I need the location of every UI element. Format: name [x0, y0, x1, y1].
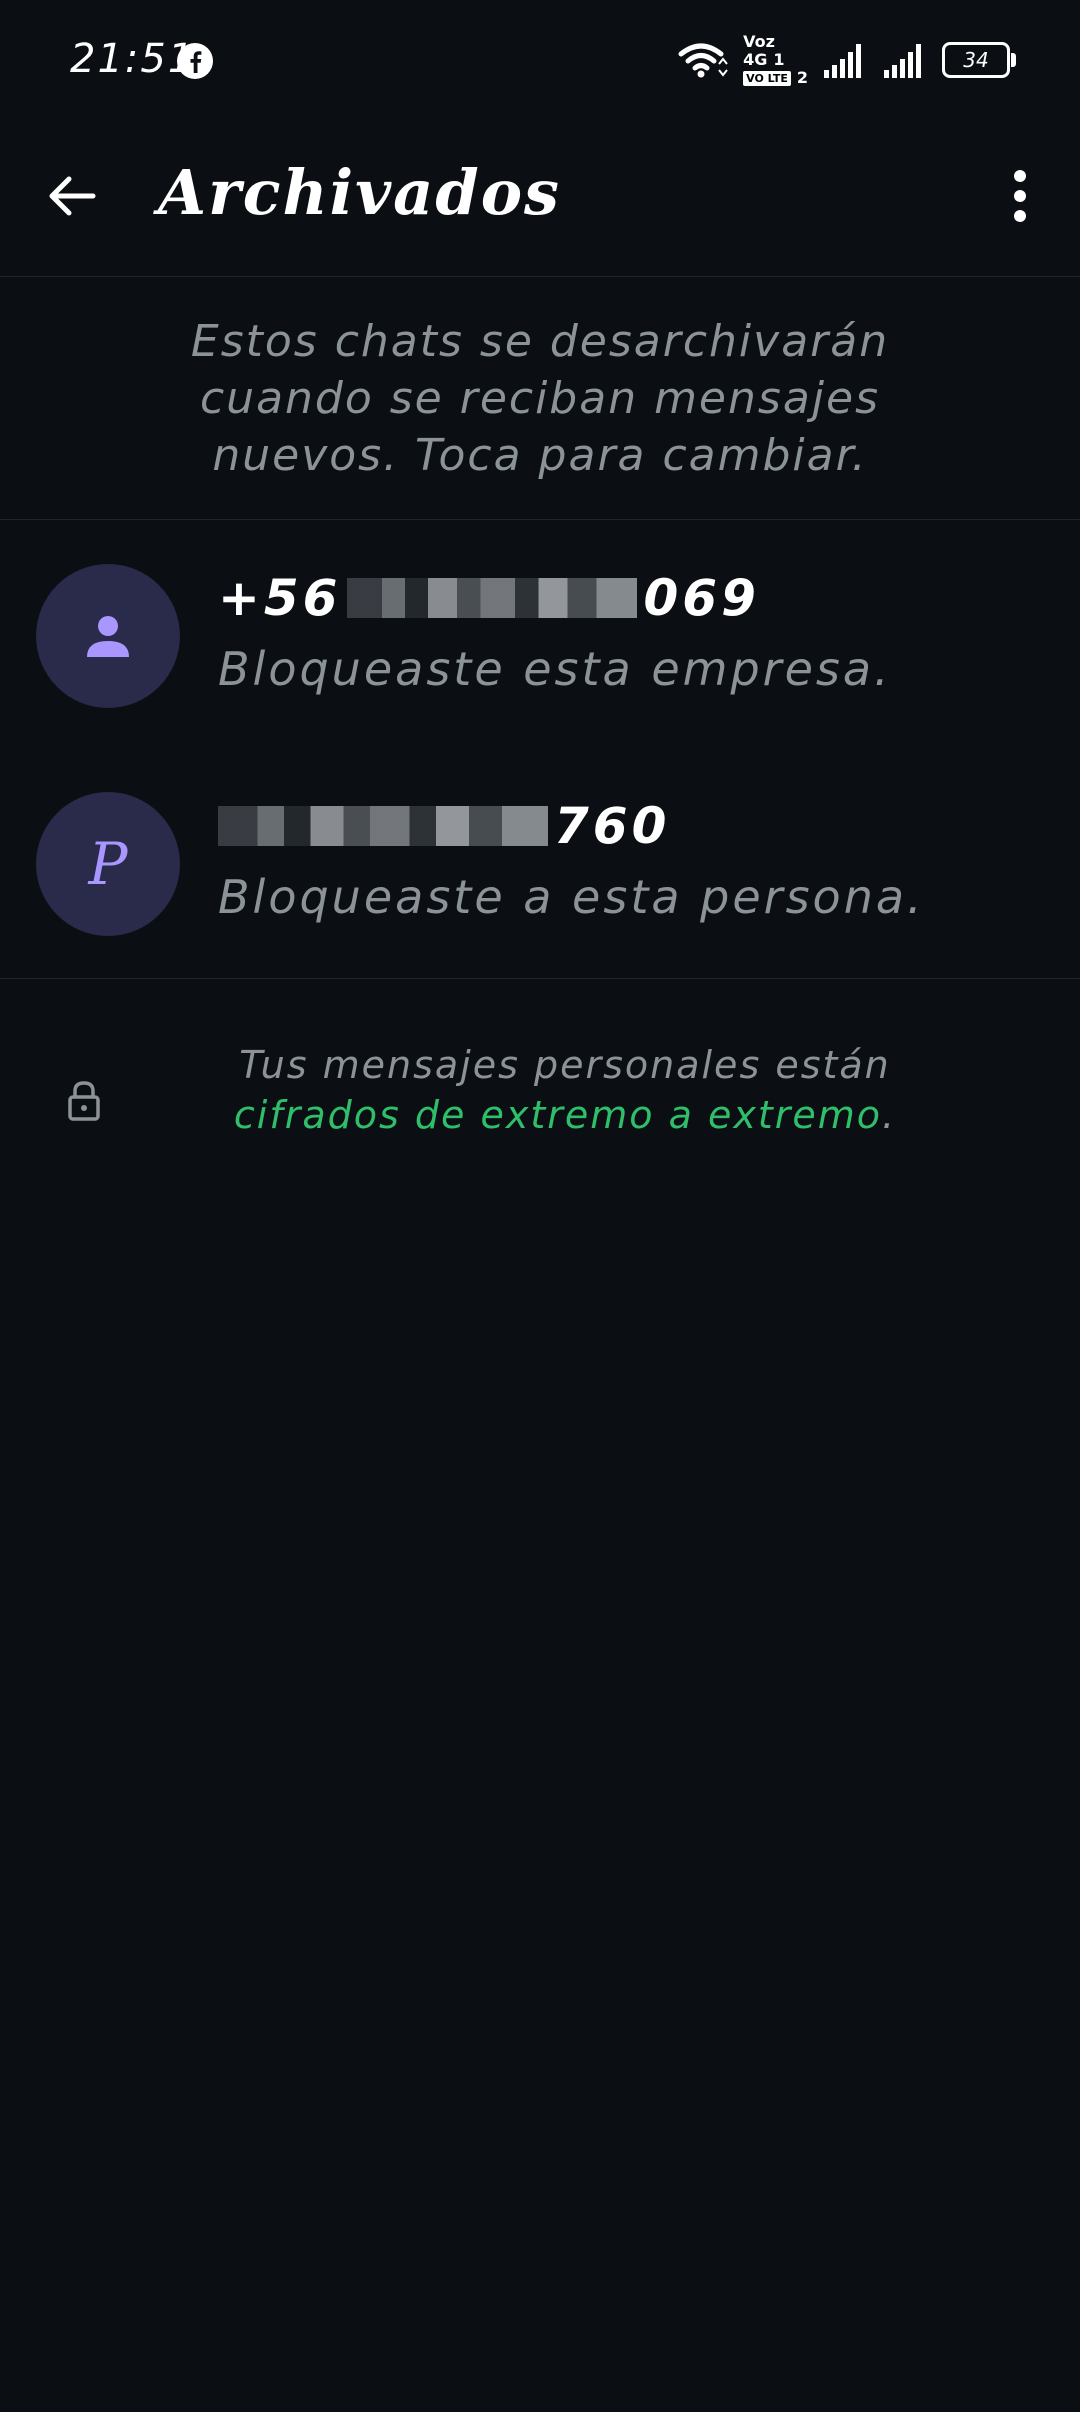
- encryption-text-end: .: [881, 1093, 897, 1137]
- chat-name-suffix: 760: [554, 797, 671, 855]
- chat-preview: Bloqueaste a esta persona.: [218, 870, 925, 924]
- chat-row[interactable]: +56 069 Bloqueaste esta empresa.: [0, 520, 1080, 748]
- app-bar: Archivados: [0, 120, 1080, 277]
- battery-icon: 34: [942, 42, 1016, 78]
- signal-icon-sim1: [824, 44, 861, 78]
- chat-name: 760: [218, 796, 670, 856]
- status-icons: Voz 4G 1 VO LTE 2 34: [677, 30, 1016, 90]
- archive-info-text: Estos chats se desarchivarán cuando se r…: [190, 315, 890, 481]
- avatar[interactable]: P: [36, 792, 180, 936]
- sim2-label: 2: [796, 68, 808, 87]
- encryption-text-main: Tus mensajes personales están: [239, 1043, 891, 1087]
- wifi-icon: [678, 43, 728, 78]
- archive-info-banner[interactable]: Estos chats se desarchivarán cuando se r…: [0, 277, 1080, 520]
- back-button[interactable]: [40, 164, 104, 228]
- lock-icon: [68, 1081, 100, 1121]
- battery-level: 34: [963, 48, 989, 72]
- arrow-back-icon: [49, 176, 96, 216]
- person-icon: [87, 616, 129, 657]
- chat-name-suffix: 069: [643, 569, 760, 627]
- voz-label: Voz: [743, 32, 775, 51]
- encryption-text: Tus mensajes personales están cifrados d…: [150, 1040, 980, 1140]
- redacted-number: [347, 578, 638, 618]
- more-vert-icon: [1014, 170, 1026, 222]
- chat-preview: Bloqueaste esta empresa.: [218, 642, 892, 696]
- status-bar: 21:51 Voz 4G 1 VO LTE 2 34: [0, 0, 1080, 120]
- chat-name: +56 069: [218, 568, 760, 628]
- avatar[interactable]: [36, 564, 180, 708]
- sim1-label: 1: [773, 50, 785, 69]
- page-title: Archivados: [158, 156, 561, 229]
- redacted-number: [218, 806, 548, 846]
- facebook-icon: [177, 43, 213, 79]
- volte-badge: VO LTE: [743, 70, 791, 86]
- chat-name-prefix: +56: [218, 569, 342, 627]
- chat-row[interactable]: P 760 Bloqueaste a esta persona.: [0, 748, 1080, 976]
- signal-icon-sim2: [884, 44, 921, 78]
- chat-list: +56 069 Bloqueaste esta empresa. P 760 B…: [0, 520, 1080, 979]
- volte-indicator: Voz 4G 1 VO LTE 2: [743, 33, 808, 87]
- avatar-letter: P: [88, 830, 128, 898]
- encryption-notice: Tus mensajes personales están cifrados d…: [0, 1040, 1080, 1150]
- encryption-link[interactable]: cifrados de extremo a extremo: [234, 1093, 882, 1137]
- network-type: 4G: [743, 50, 768, 69]
- more-options-button[interactable]: [988, 164, 1052, 228]
